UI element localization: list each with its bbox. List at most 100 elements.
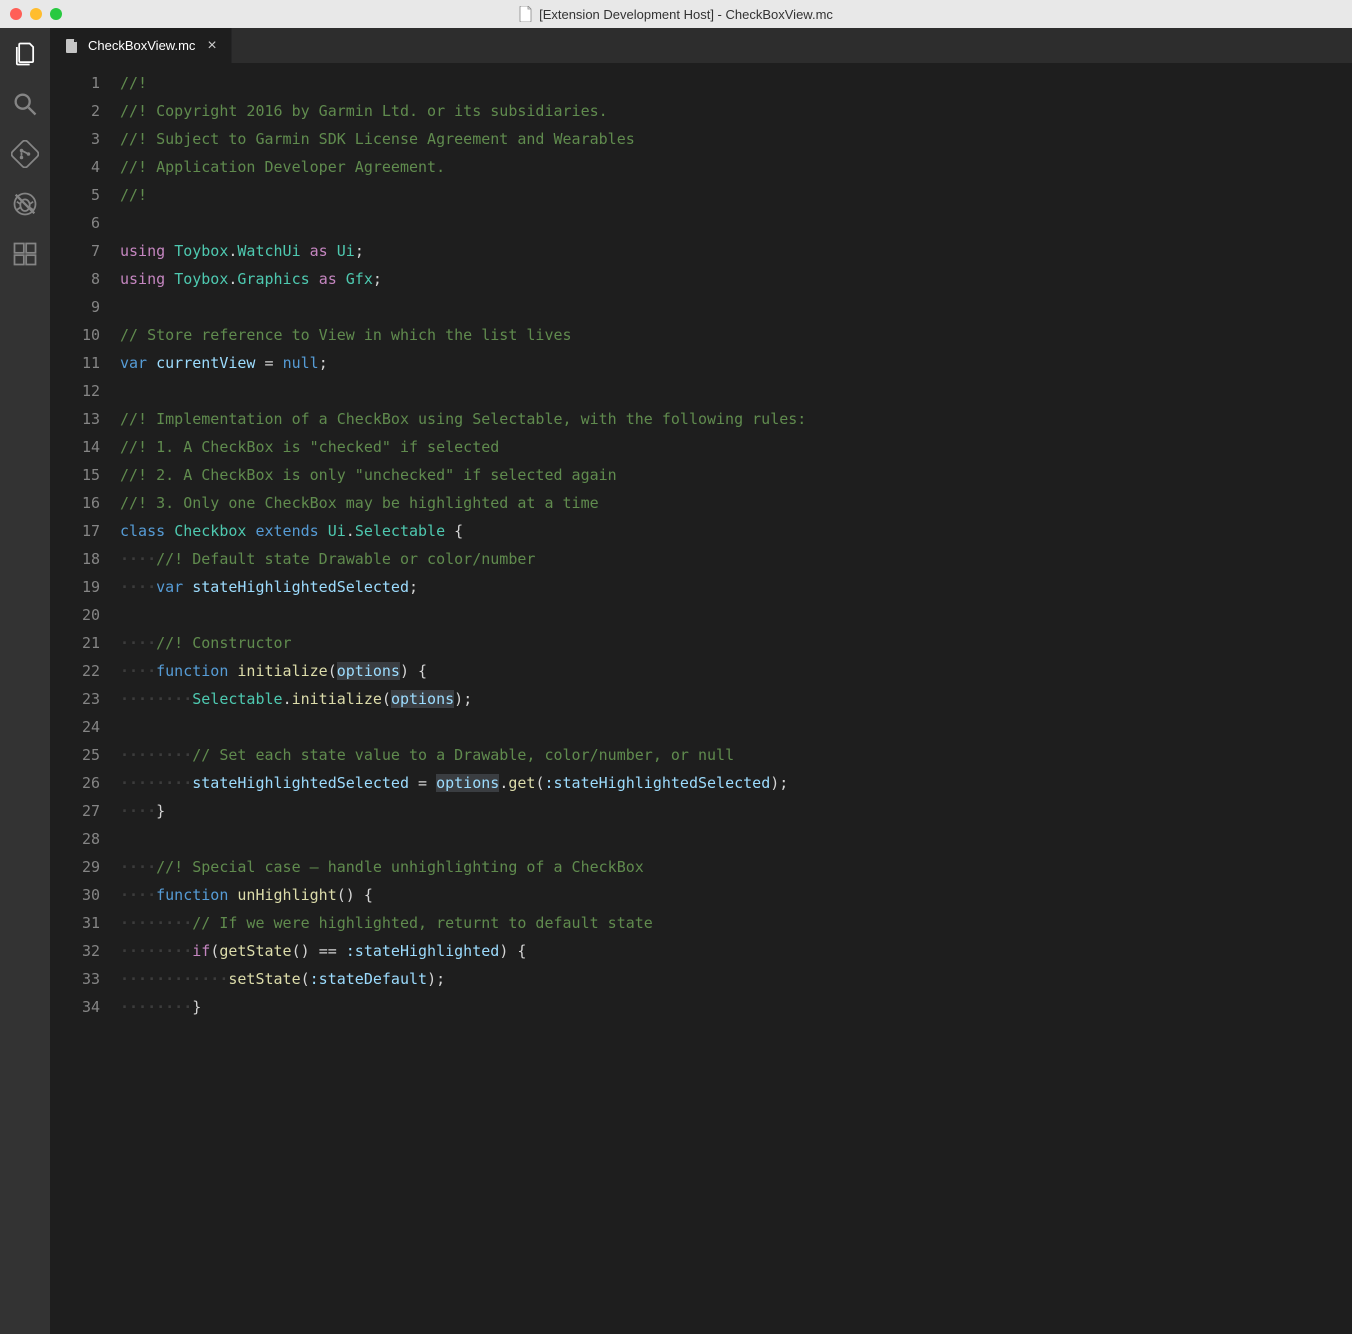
code-line[interactable]: ········if(getState() == :stateHighlight… <box>120 937 1352 965</box>
code-line[interactable]: ····} <box>120 797 1352 825</box>
code-line[interactable]: ········// Set each state value to a Dra… <box>120 741 1352 769</box>
indent-guide: ············ <box>120 970 228 988</box>
code-line[interactable]: ········Selectable.initialize(options); <box>120 685 1352 713</box>
line-number: 5 <box>50 181 100 209</box>
line-number: 25 <box>50 741 100 769</box>
code-line[interactable] <box>120 209 1352 237</box>
line-number: 23 <box>50 685 100 713</box>
code-line[interactable]: using Toybox.Graphics as Gfx; <box>120 265 1352 293</box>
code-content[interactable]: //!//! Copyright 2016 by Garmin Ltd. or … <box>120 69 1352 1334</box>
window-title-text: [Extension Development Host] - CheckBoxV… <box>539 7 833 22</box>
line-number: 29 <box>50 853 100 881</box>
code-line[interactable]: //! Implementation of a CheckBox using S… <box>120 405 1352 433</box>
indent-guide: ···· <box>120 802 156 820</box>
indent-guide: ········ <box>120 774 192 792</box>
code-line[interactable] <box>120 293 1352 321</box>
tab-filename: CheckBoxView.mc <box>88 38 195 53</box>
title-bar: [Extension Development Host] - CheckBoxV… <box>0 0 1352 28</box>
line-number: 18 <box>50 545 100 573</box>
line-number: 13 <box>50 405 100 433</box>
code-line[interactable]: //! <box>120 69 1352 97</box>
line-number: 9 <box>50 293 100 321</box>
line-number: 8 <box>50 265 100 293</box>
activity-extensions[interactable] <box>9 238 41 270</box>
activity-explorer[interactable] <box>9 38 41 70</box>
code-line[interactable]: ····var stateHighlightedSelected; <box>120 573 1352 601</box>
activity-git[interactable] <box>9 138 41 170</box>
tab-close-button[interactable]: × <box>207 37 216 55</box>
document-icon <box>519 6 533 22</box>
line-number: 19 <box>50 573 100 601</box>
activity-debug[interactable] <box>9 188 41 220</box>
code-line[interactable]: ····function initialize(options) { <box>120 657 1352 685</box>
line-number: 30 <box>50 881 100 909</box>
line-number: 3 <box>50 125 100 153</box>
line-number: 22 <box>50 657 100 685</box>
line-number-gutter: 1234567891011121314151617181920212223242… <box>50 69 120 1334</box>
code-line[interactable]: ········// If we were highlighted, retur… <box>120 909 1352 937</box>
search-icon <box>11 90 39 118</box>
git-icon <box>11 140 39 168</box>
code-line[interactable]: ····//! Constructor <box>120 629 1352 657</box>
line-number: 17 <box>50 517 100 545</box>
line-number: 34 <box>50 993 100 1021</box>
debug-icon <box>11 190 39 218</box>
code-line[interactable]: class Checkbox extends Ui.Selectable { <box>120 517 1352 545</box>
code-line[interactable]: //! 3. Only one CheckBox may be highligh… <box>120 489 1352 517</box>
code-line[interactable]: //! Application Developer Agreement. <box>120 153 1352 181</box>
line-number: 32 <box>50 937 100 965</box>
editor-area: CheckBoxView.mc × 1234567891011121314151… <box>50 28 1352 1334</box>
code-line[interactable] <box>120 825 1352 853</box>
line-number: 14 <box>50 433 100 461</box>
code-line[interactable]: using Toybox.WatchUi as Ui; <box>120 237 1352 265</box>
code-line[interactable]: // Store reference to View in which the … <box>120 321 1352 349</box>
line-number: 2 <box>50 97 100 125</box>
code-line[interactable]: //! Copyright 2016 by Garmin Ltd. or its… <box>120 97 1352 125</box>
line-number: 12 <box>50 377 100 405</box>
line-number: 31 <box>50 909 100 937</box>
line-number: 16 <box>50 489 100 517</box>
line-number: 15 <box>50 461 100 489</box>
code-line[interactable]: //! Subject to Garmin SDK License Agreem… <box>120 125 1352 153</box>
indent-guide: ········ <box>120 942 192 960</box>
files-icon <box>11 40 39 68</box>
code-line[interactable] <box>120 377 1352 405</box>
code-line[interactable] <box>120 601 1352 629</box>
indent-guide: ···· <box>120 662 156 680</box>
indent-guide: ········ <box>120 690 192 708</box>
code-line[interactable]: //! 2. A CheckBox is only "unchecked" if… <box>120 461 1352 489</box>
line-number: 27 <box>50 797 100 825</box>
code-line[interactable] <box>120 713 1352 741</box>
line-number: 24 <box>50 713 100 741</box>
line-number: 11 <box>50 349 100 377</box>
file-icon <box>64 38 80 54</box>
code-line[interactable]: ········stateHighlightedSelected = optio… <box>120 769 1352 797</box>
line-number: 21 <box>50 629 100 657</box>
indent-guide: ···· <box>120 550 156 568</box>
activity-search[interactable] <box>9 88 41 120</box>
code-line[interactable]: ····//! Default state Drawable or color/… <box>120 545 1352 573</box>
line-number: 7 <box>50 237 100 265</box>
code-line[interactable]: ········} <box>120 993 1352 1021</box>
line-number: 10 <box>50 321 100 349</box>
indent-guide: ···· <box>120 634 156 652</box>
line-number: 28 <box>50 825 100 853</box>
indent-guide: ········ <box>120 998 192 1016</box>
extensions-icon <box>11 240 39 268</box>
indent-guide: ···· <box>120 886 156 904</box>
code-line[interactable]: ····//! Special case – handle unhighligh… <box>120 853 1352 881</box>
activity-bar <box>0 28 50 1334</box>
indent-guide: ········ <box>120 746 192 764</box>
line-number: 1 <box>50 69 100 97</box>
indent-guide: ···· <box>120 578 156 596</box>
code-line[interactable]: //! 1. A CheckBox is "checked" if select… <box>120 433 1352 461</box>
code-editor[interactable]: 1234567891011121314151617181920212223242… <box>50 63 1352 1334</box>
window-title: [Extension Development Host] - CheckBoxV… <box>0 6 1352 22</box>
code-line[interactable]: var currentView = null; <box>120 349 1352 377</box>
line-number: 6 <box>50 209 100 237</box>
code-line[interactable]: //! <box>120 181 1352 209</box>
editor-tab[interactable]: CheckBoxView.mc × <box>50 28 232 63</box>
code-line[interactable]: ············setState(:stateDefault); <box>120 965 1352 993</box>
code-line[interactable]: ····function unHighlight() { <box>120 881 1352 909</box>
tab-bar: CheckBoxView.mc × <box>50 28 1352 63</box>
